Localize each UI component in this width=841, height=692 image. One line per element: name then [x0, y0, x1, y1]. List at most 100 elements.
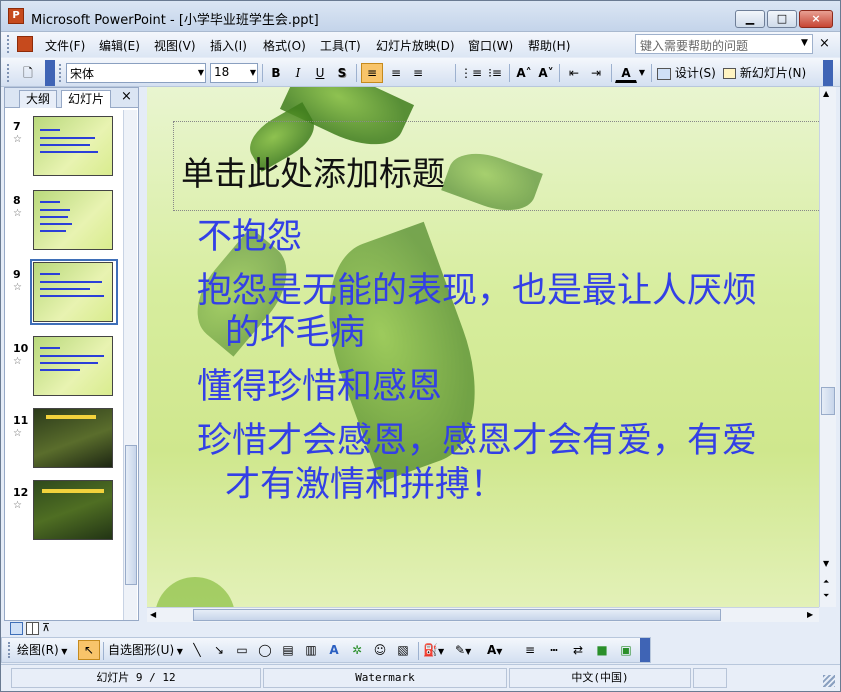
menu-help[interactable]: 帮助(H) — [528, 37, 570, 54]
decrease-indent-button[interactable]: ⇤ — [563, 63, 585, 83]
slide-thumbnail-10[interactable] — [33, 336, 113, 396]
language-status: 中文(中国) — [509, 668, 691, 688]
bullet-text: 珍惜才会感恩，感恩才会有爱，有爱 — [197, 421, 758, 461]
menu-window[interactable]: 窗口(W) — [468, 37, 513, 54]
panel-close-button[interactable]: × — [121, 89, 132, 104]
menu-tools[interactable]: 工具(T) — [320, 37, 361, 54]
italic-button[interactable]: I — [288, 63, 308, 83]
horizontal-scroll-thumb[interactable] — [193, 609, 721, 621]
shadow-button[interactable]: S — [332, 63, 352, 83]
increase-indent-button[interactable]: ⇥ — [585, 63, 607, 83]
slide-thumbnail-9[interactable] — [33, 262, 113, 322]
dash-style-icon[interactable]: ┅ — [544, 640, 564, 660]
slide-sorter-icon[interactable] — [26, 622, 39, 635]
underline-button[interactable]: U — [310, 63, 330, 83]
minimize-button[interactable]: ▁ — [735, 10, 765, 28]
next-slide-icon[interactable]: ⏷ — [823, 591, 829, 601]
tab-outline[interactable]: 大纲 — [19, 90, 58, 108]
chevron-down-icon[interactable]: ▼ — [637, 63, 647, 83]
arrow-style-icon[interactable]: ⇄ — [568, 640, 588, 660]
horizontal-scrollbar[interactable]: ◀ ▶ — [147, 607, 819, 622]
previous-slide-icon[interactable]: ⏶ — [823, 577, 829, 587]
maximize-button[interactable]: □ — [767, 10, 797, 28]
line-style-icon[interactable]: ≡ — [520, 640, 540, 660]
document-icon[interactable] — [17, 36, 33, 52]
scroll-left-icon[interactable]: ◀ — [150, 610, 156, 619]
slide-thumbnail-7[interactable] — [33, 116, 113, 176]
clipart-icon[interactable]: ☺ — [370, 640, 390, 660]
normal-view-icon[interactable] — [10, 622, 23, 635]
design-button[interactable]: 设计(S) — [656, 63, 718, 83]
scroll-down-icon[interactable]: ▼ — [823, 559, 829, 568]
slide-thumbnail-11[interactable] — [33, 408, 113, 468]
rectangle-icon[interactable]: ▭ — [232, 640, 252, 660]
picture-icon[interactable]: ▧ — [393, 640, 413, 660]
slideshow-icon[interactable]: ⊼ — [42, 622, 55, 635]
oval-icon[interactable]: ◯ — [255, 640, 275, 660]
align-center-button[interactable]: ≡ — [385, 63, 407, 83]
draw-menu-button[interactable]: 绘图(R) ▼ — [16, 640, 74, 660]
menu-file[interactable]: 文件(F) — [45, 37, 85, 54]
panel-scroll-thumb[interactable] — [125, 445, 137, 585]
arrow-icon[interactable]: ↘ — [210, 640, 228, 660]
toolbar-options-button[interactable] — [823, 60, 833, 86]
numbered-list-button[interactable]: ⋮≡ — [459, 63, 483, 83]
toolbar-options-button[interactable] — [640, 638, 650, 662]
resize-grip-icon[interactable] — [823, 675, 835, 687]
menu-view[interactable]: 视图(V) — [154, 37, 196, 54]
panel-scrollbar[interactable] — [123, 110, 137, 620]
toolbar-grip[interactable] — [59, 64, 63, 82]
line-color-icon[interactable]: ✎▼ — [454, 640, 484, 660]
3d-style-icon[interactable]: ▣ — [616, 640, 636, 660]
menu-format[interactable]: 格式(O) — [263, 37, 306, 54]
toolbar-grip[interactable] — [8, 642, 12, 658]
vertical-scrollbar[interactable]: ▲ ▼ ⏶ ⏷ — [819, 87, 836, 607]
thumb-text-line — [40, 151, 98, 153]
font-size-select[interactable]: 18 ▼ — [210, 63, 258, 83]
text-color-icon[interactable]: A▼ — [486, 640, 516, 660]
scroll-right-icon[interactable]: ▶ — [807, 610, 813, 619]
font-name-select[interactable]: 宋体 ▼ — [66, 63, 206, 83]
tab-slides[interactable]: 幻灯片 — [61, 90, 112, 108]
font-color-button[interactable]: A — [615, 63, 637, 83]
animation-star-icon: ☆ — [13, 428, 22, 439]
menu-slideshow[interactable]: 幻灯片放映(D) — [376, 37, 455, 54]
autoshapes-menu-button[interactable]: 自选图形(U) ▼ — [107, 640, 187, 660]
slide-thumbnail-12[interactable] — [33, 480, 113, 540]
bulleted-list-button[interactable]: ⁝≡ — [483, 63, 507, 83]
diagram-icon[interactable]: ✲ — [347, 640, 367, 660]
shrink-font-button[interactable]: A˅ — [535, 63, 557, 83]
toolbar-options-button[interactable] — [45, 60, 55, 86]
menu-grip[interactable] — [7, 35, 11, 53]
bold-button[interactable]: B — [266, 63, 286, 83]
formatting-toolbar: 🗋 宋体 ▼ 18 ▼ B I U S ≡ ≡ ≡ ⋮≡ ⁝≡ A˄ A˅ ⇤ … — [1, 58, 840, 87]
slide-canvas[interactable]: 单击此处添加标题 不抱怨 抱怨是无能的表现，也是最让人厌烦 的坏毛病 懂得珍惜和… — [147, 87, 819, 607]
new-slide-button[interactable]: 新幻灯片(N) — [722, 63, 812, 83]
menu-edit[interactable]: 编辑(E) — [99, 37, 140, 54]
wordart-icon[interactable]: A — [324, 640, 344, 660]
document-close-button[interactable]: × — [819, 36, 830, 51]
toolbar-grip[interactable] — [7, 64, 11, 82]
new-file-icon[interactable]: 🗋 — [17, 63, 39, 83]
toolbar-separator — [651, 64, 652, 82]
close-button[interactable]: × — [799, 10, 833, 28]
menu-insert[interactable]: 插入(I) — [210, 37, 247, 54]
textbox-icon[interactable]: ▤ — [278, 640, 298, 660]
align-right-button[interactable]: ≡ — [407, 63, 429, 83]
fill-color-icon[interactable]: ⛽▼ — [422, 640, 452, 660]
chevron-down-icon[interactable]: ▼ — [801, 38, 808, 48]
shadow-style-icon[interactable]: ■ — [592, 640, 612, 660]
scroll-up-icon[interactable]: ▲ — [823, 89, 829, 98]
help-search-input[interactable]: 键入需要帮助的问题 — [635, 34, 813, 54]
vertical-textbox-icon[interactable]: ▥ — [301, 640, 321, 660]
align-left-button[interactable]: ≡ — [361, 63, 383, 83]
vertical-scroll-thumb[interactable] — [821, 387, 835, 415]
select-pointer-icon[interactable]: ↖ — [78, 640, 100, 660]
thumb-text-line — [40, 369, 80, 371]
grow-font-button[interactable]: A˄ — [513, 63, 535, 83]
powerpoint-app-icon[interactable]: P — [8, 8, 24, 24]
thumb-text-line — [40, 216, 68, 218]
font-name-value: 宋体 — [70, 67, 95, 81]
slide-thumbnail-8[interactable] — [33, 190, 113, 250]
line-icon[interactable]: ╲ — [188, 640, 206, 660]
